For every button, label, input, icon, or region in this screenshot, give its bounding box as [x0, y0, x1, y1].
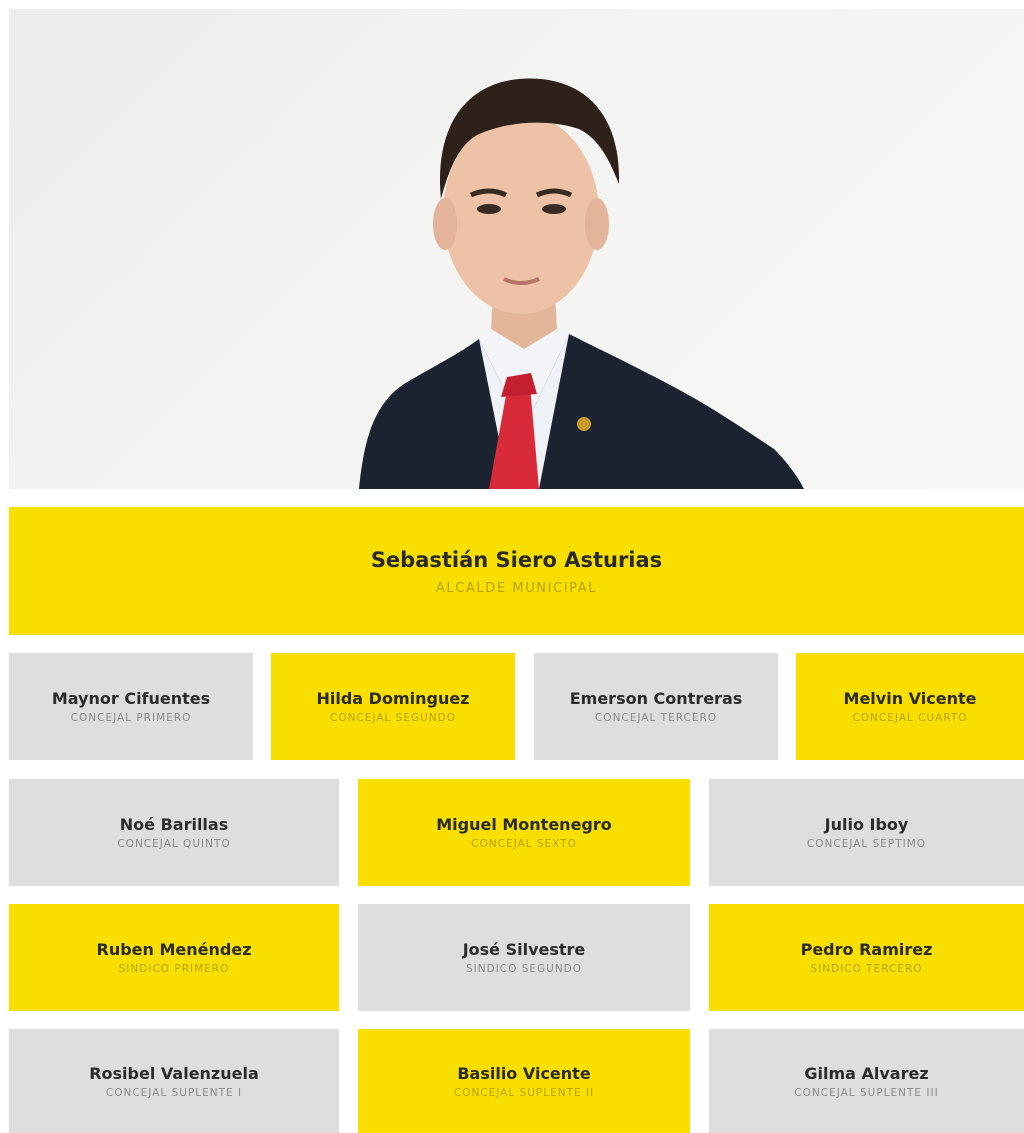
member-name: Noé Barillas [119, 815, 229, 834]
member-name: José Silvestre [462, 940, 586, 959]
member-name: Ruben Menéndez [96, 940, 252, 959]
member-name: Miguel Montenegro [436, 815, 612, 834]
member-name: Melvin Vicente [843, 689, 977, 708]
member-role: SINDICO PRIMERO [118, 963, 230, 975]
member-role: SINDICO TERCERO [810, 963, 923, 975]
member-role: CONCEJAL SUPLENTE II [453, 1086, 595, 1099]
member-role: CONCEJAL PRIMERO [70, 712, 192, 724]
mayor-name: Sebastián Siero Asturias [370, 547, 663, 572]
member-role: SINDICO SEGUNDO [465, 963, 583, 975]
mayor-portrait-illustration [359, 78, 804, 489]
member-name: Hilda Dominguez [316, 689, 470, 708]
member-role: CONCEJAL SEXTO [471, 838, 577, 850]
member-name: Julio Iboy [824, 815, 909, 834]
member-card[interactable]: Julio Iboy CONCEJAL SEPTIMO [709, 779, 1024, 886]
member-card[interactable]: Melvin Vicente CONCEJAL CUARTO [796, 653, 1024, 760]
member-card[interactable]: Basilio Vicente CONCEJAL SUPLENTE II [358, 1029, 690, 1133]
member-name: Emerson Contreras [569, 689, 743, 708]
member-role: CONCEJAL TERCERO [594, 712, 718, 724]
member-card[interactable]: Pedro Ramirez SINDICO TERCERO [709, 904, 1024, 1011]
member-card[interactable]: Gilma Alvarez CONCEJAL SUPLENTE III [709, 1029, 1024, 1133]
member-role: CONCEJAL SUPLENTE I [105, 1086, 243, 1099]
mayor-role: ALCALDE MUNICIPAL [435, 580, 598, 596]
member-card[interactable]: Hilda Dominguez CONCEJAL SEGUNDO [271, 653, 515, 760]
member-card[interactable]: Noé Barillas CONCEJAL QUINTO [9, 779, 339, 886]
member-name: Maynor Cifuentes [51, 689, 211, 708]
member-role: CONCEJAL SEGUNDO [329, 712, 457, 724]
member-card[interactable]: Rosibel Valenzuela CONCEJAL SUPLENTE I [9, 1029, 339, 1133]
member-card[interactable]: Ruben Menéndez SINDICO PRIMERO [9, 904, 339, 1011]
member-name: Basilio Vicente [457, 1063, 591, 1083]
member-role: CONCEJAL QUINTO [117, 838, 231, 850]
member-name: Pedro Ramirez [800, 940, 933, 959]
member-role: CONCEJAL SEPTIMO [806, 838, 927, 850]
member-name: Rosibel Valenzuela [89, 1063, 259, 1083]
mayor-portrait [9, 9, 1024, 489]
member-card[interactable]: Maynor Cifuentes CONCEJAL PRIMERO [9, 653, 253, 760]
member-name: Gilma Alvarez [804, 1063, 929, 1083]
member-role: CONCEJAL SUPLENTE III [794, 1086, 939, 1099]
member-role: CONCEJAL CUARTO [852, 712, 968, 724]
member-card[interactable]: José Silvestre SINDICO SEGUNDO [358, 904, 690, 1011]
member-card[interactable]: Emerson Contreras CONCEJAL TERCERO [534, 653, 778, 760]
mayor-card[interactable]: Sebastián Siero Asturias ALCALDE MUNICIP… [9, 507, 1024, 635]
member-card[interactable]: Miguel Montenegro CONCEJAL SEXTO [358, 779, 690, 886]
